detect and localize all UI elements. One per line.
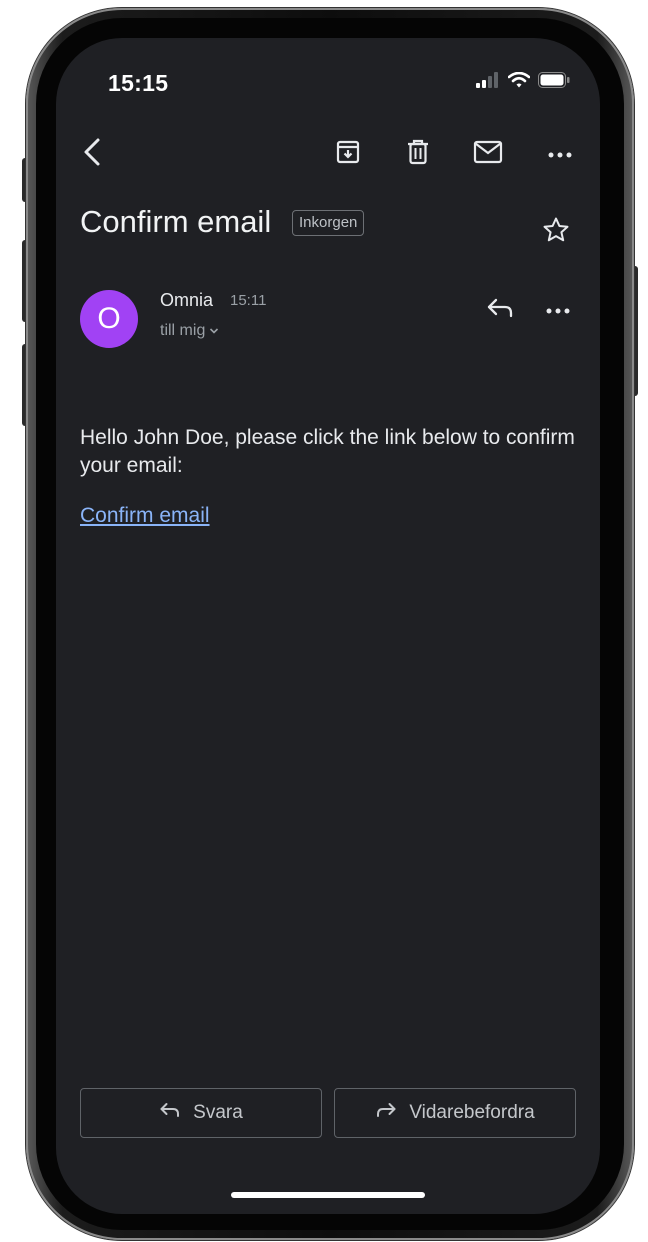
- sender-row: O Omnia 15:11 till mig: [80, 286, 580, 356]
- email-screen: 15:15 Confirm email Inkorgen O Omnia 15:…: [56, 38, 600, 1214]
- more-options-button[interactable]: [536, 130, 584, 178]
- inbox-label-chip[interactable]: Inkorgen: [292, 210, 365, 236]
- more-horizontal-icon: [548, 145, 572, 163]
- message-more-button[interactable]: [536, 288, 580, 332]
- archive-icon: [334, 138, 362, 171]
- chevron-down-icon: [209, 322, 219, 340]
- forward-icon: [375, 1101, 397, 1125]
- sender-name: Omnia: [160, 290, 214, 310]
- subject-row: Confirm email Inkorgen: [80, 200, 576, 260]
- mark-unread-icon: [473, 139, 503, 170]
- battery-icon: [538, 72, 570, 93]
- star-icon: [542, 216, 570, 249]
- archive-button[interactable]: [324, 130, 372, 178]
- trash-icon: [404, 138, 432, 171]
- status-icons: [476, 71, 570, 93]
- forward-action-button[interactable]: Vidarebefordra: [334, 1088, 576, 1138]
- delete-button[interactable]: [394, 130, 442, 178]
- status-bar: 15:15: [56, 38, 600, 118]
- mark-unread-button[interactable]: [464, 130, 512, 178]
- confirm-email-link[interactable]: Confirm email: [80, 504, 210, 528]
- sender-avatar[interactable]: O: [80, 290, 138, 348]
- email-body-text: Hello John Doe, please click the link be…: [80, 426, 575, 477]
- recipient-label: till mig: [160, 322, 206, 339]
- star-button[interactable]: [536, 212, 576, 252]
- forward-action-label: Vidarebefordra: [409, 1102, 535, 1123]
- status-time: 15:15: [108, 70, 169, 96]
- home-indicator[interactable]: [231, 1192, 425, 1198]
- reply-button[interactable]: [478, 288, 522, 332]
- email-subject: Confirm email: [80, 204, 272, 239]
- email-toolbar: [56, 130, 600, 178]
- back-button[interactable]: [68, 130, 116, 178]
- reply-action-button[interactable]: Svara: [80, 1088, 322, 1138]
- reply-icon: [159, 1101, 181, 1125]
- wifi-icon: [507, 71, 531, 93]
- more-horizontal-icon: [546, 301, 570, 319]
- back-arrow-icon: [81, 137, 103, 172]
- reply-action-label: Svara: [193, 1102, 243, 1123]
- received-time: 15:11: [230, 292, 267, 309]
- cellular-signal-icon: [476, 72, 500, 93]
- recipient-details-toggle[interactable]: till mig: [160, 322, 219, 340]
- reply-icon: [486, 296, 514, 325]
